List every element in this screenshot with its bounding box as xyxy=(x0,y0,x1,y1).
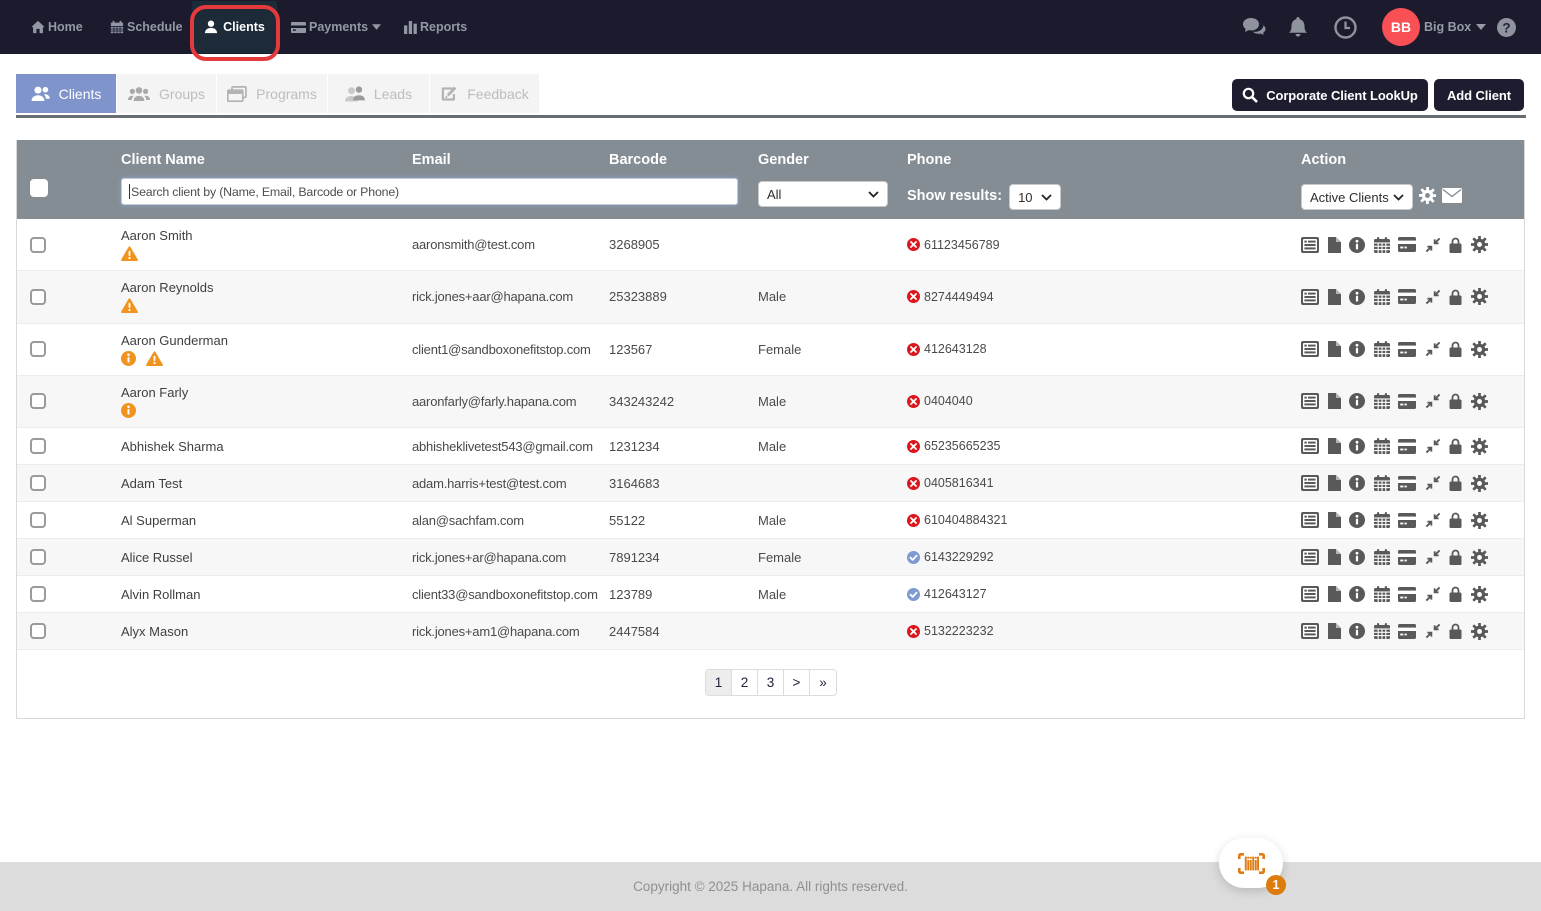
svg-text:?: ? xyxy=(1502,20,1510,35)
